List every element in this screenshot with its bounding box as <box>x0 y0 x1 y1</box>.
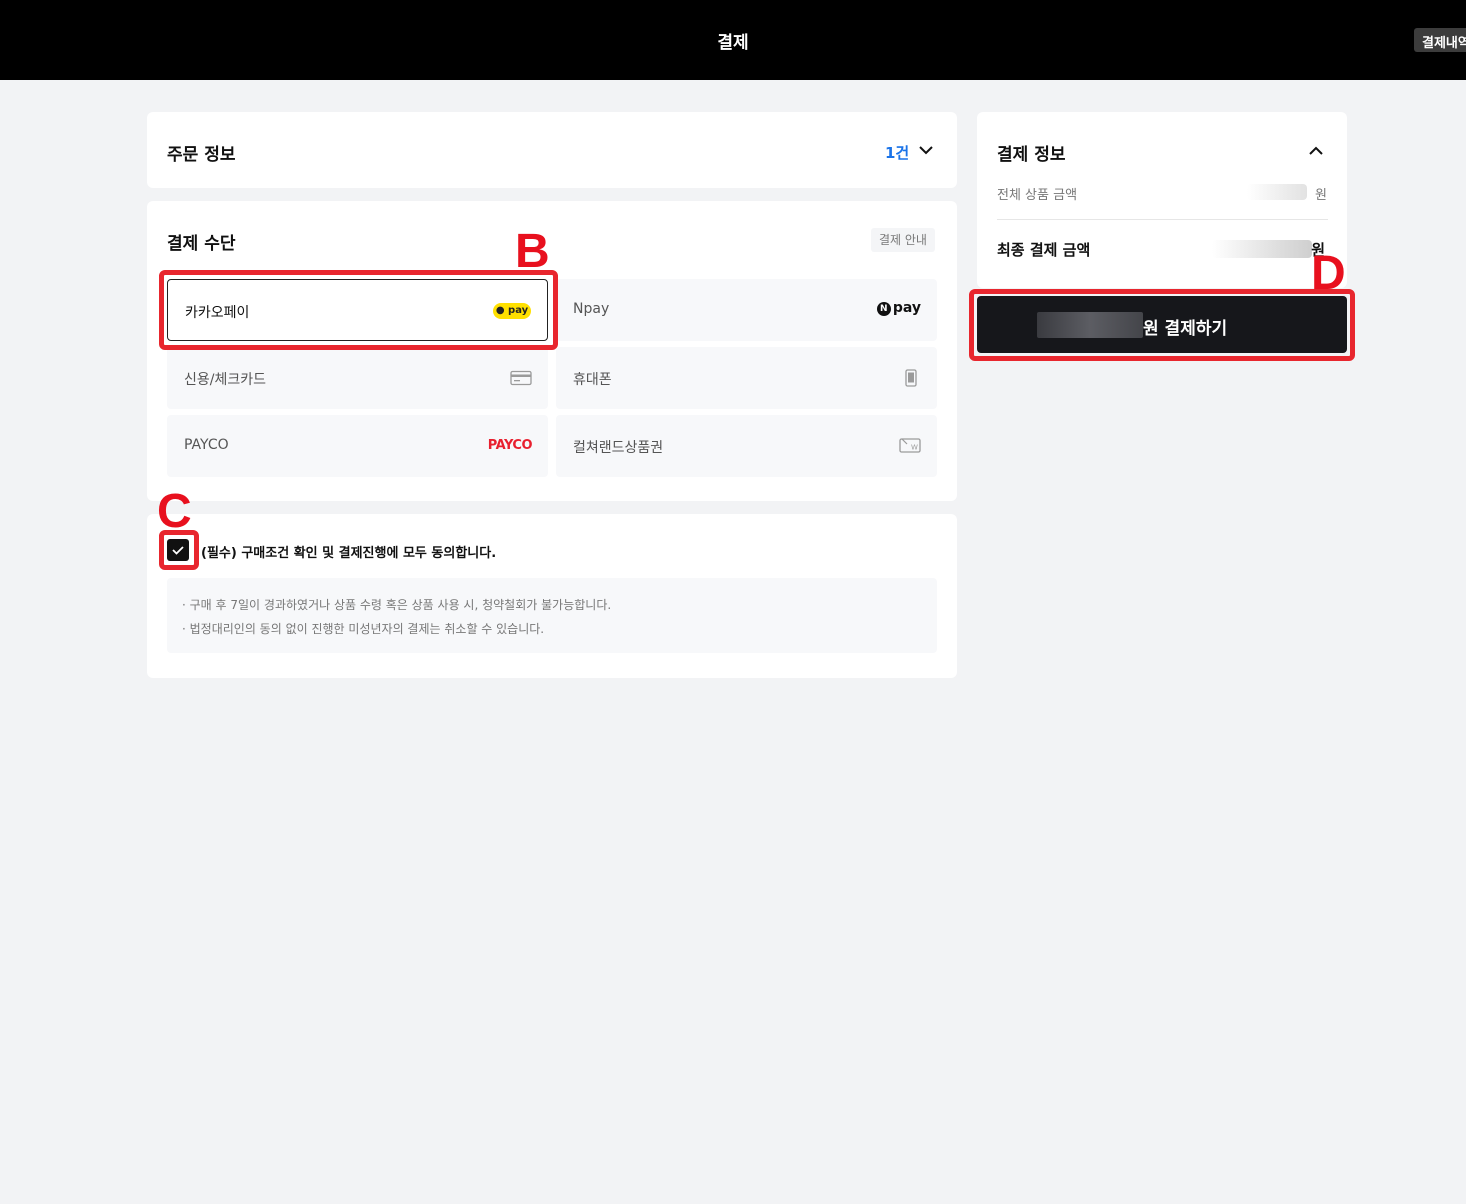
payment-option-label: 휴대폰 <box>573 372 612 388</box>
mobile-phone-icon <box>905 369 917 387</box>
payment-option-mobile[interactable]: 휴대폰 <box>556 347 937 409</box>
agreement-label[interactable]: (필수) 구매조건 확인 및 결제진행에 모두 동의합니다. <box>201 542 496 561</box>
payment-option-label: 컬쳐랜드상품권 <box>573 440 664 456</box>
payment-history-button[interactable]: 결제내역 <box>1414 28 1466 52</box>
chevron-down-icon[interactable] <box>917 141 935 159</box>
annotation-label-b: B <box>515 225 550 278</box>
chevron-up-icon[interactable] <box>1307 142 1325 160</box>
notice-line: · 법정대리인의 동의 없이 진행한 미성년자의 결제는 취소할 수 있습니다. <box>182 622 545 636</box>
npay-logo-icon: Npay <box>876 300 921 316</box>
top-bar: 결제 결제내역 <box>0 0 1466 80</box>
total-amount-label: 전체 상품 금액 <box>997 188 1078 203</box>
svg-text:W: W <box>911 444 918 452</box>
payment-method-title: 결제 수단 <box>167 234 236 254</box>
divider <box>997 219 1328 220</box>
payment-option-cultureland[interactable]: 컬쳐랜드상품권 W <box>556 415 937 477</box>
payment-option-label: Npay <box>573 301 610 317</box>
credit-card-icon <box>510 370 532 386</box>
final-amount-value-blurred <box>1212 240 1312 258</box>
total-amount-value-blurred <box>1247 184 1307 200</box>
agreement-notice-box: · 구매 후 7일이 경과하였거나 상품 수령 혹은 상품 사용 시, 청약철회… <box>167 578 937 653</box>
notice-line: · 구매 후 7일이 경과하였거나 상품 수령 혹은 상품 사용 시, 청약철회… <box>182 598 612 612</box>
annotation-label-d: D <box>1311 247 1346 300</box>
payment-info-card: 결제 정보 전체 상품 금액 원 최종 결제 금액 원 <box>977 112 1347 288</box>
total-amount-unit: 원 <box>1315 188 1327 203</box>
annotation-box-d <box>969 289 1355 361</box>
payment-info-title: 결제 정보 <box>997 145 1066 165</box>
order-info-title: 주문 정보 <box>167 145 236 165</box>
payment-option-payco[interactable]: PAYCO PAYCO <box>167 415 548 477</box>
annotation-label-c: C <box>157 485 192 538</box>
payment-guide-button[interactable]: 결제 안내 <box>871 228 935 252</box>
agreement-card: (필수) 구매조건 확인 및 결제진행에 모두 동의합니다. · 구매 후 7일… <box>147 514 957 678</box>
payment-option-label: 신용/체크카드 <box>184 372 266 388</box>
payment-option-card[interactable]: 신용/체크카드 <box>167 347 548 409</box>
gift-card-icon: W <box>899 438 921 453</box>
order-info-card[interactable]: 주문 정보 1건 <box>147 112 957 188</box>
payment-method-card: 결제 수단 결제 안내 카카오페이 ● pay Npay Npay 신용/체크카… <box>147 201 957 501</box>
payco-logo-icon: PAYCO <box>487 438 533 453</box>
page-title: 결제 <box>717 33 749 53</box>
payment-option-label: PAYCO <box>184 437 229 453</box>
payment-option-npay[interactable]: Npay Npay <box>556 279 937 341</box>
final-amount-label: 최종 결제 금액 <box>997 241 1091 259</box>
order-count[interactable]: 1건 <box>885 142 909 163</box>
annotation-box-b <box>159 270 558 350</box>
